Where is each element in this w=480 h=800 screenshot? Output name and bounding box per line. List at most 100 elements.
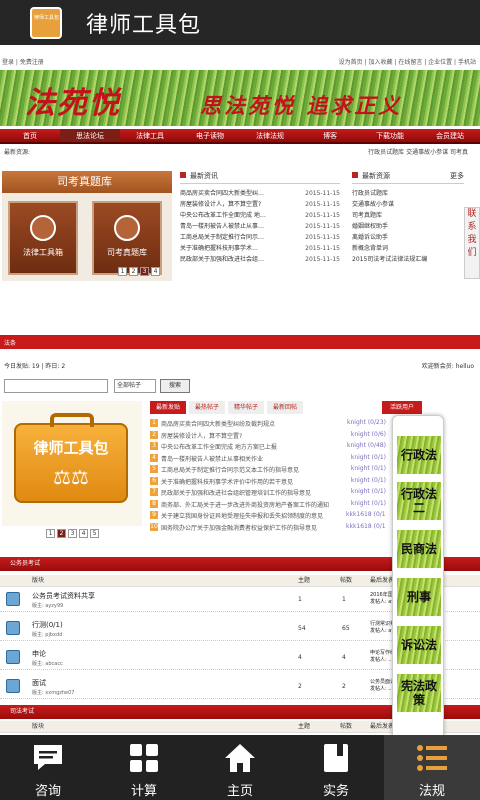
nav-item-tools[interactable]: 法律工具: [120, 129, 180, 142]
latest-news: 最新资讯 2015-11-15 商品房买卖合同四大新类型纠… 2015-11-15 房…: [180, 172, 340, 265]
resource-item[interactable]: 司考真题库: [352, 210, 464, 221]
post-item[interactable]: 4 青岛一楼刑被告人被禁止从事相关作业 knight (0/1): [150, 453, 386, 466]
tab-latest-replies[interactable]: 最新回帖: [267, 401, 304, 414]
tab-hot-posts[interactable]: 最热帖子: [189, 401, 226, 414]
resource-item[interactable]: 婚姻继权助手: [352, 221, 464, 232]
nav-item-member-site[interactable]: 会员建站: [420, 129, 480, 142]
news-item[interactable]: 2015-11-15 商品房买卖合同四大新类型纠…: [180, 188, 340, 199]
slide-dot-5[interactable]: 5: [90, 529, 99, 538]
forum-name[interactable]: 行测(0/1): [32, 620, 63, 630]
news-date: 2015-11-15: [305, 223, 340, 230]
post-author: knight (0/1): [350, 488, 386, 495]
slide-dot-1[interactable]: 1: [46, 529, 55, 538]
news-item[interactable]: 2015-11-15 工商总局关于制定推行合同示…: [180, 232, 340, 243]
resource-item[interactable]: 新概念背单词: [352, 243, 464, 254]
slide-dot-2[interactable]: 2: [57, 529, 66, 538]
banner-logo: 法苑悦: [25, 86, 121, 121]
main-nav: 首页 思法论坛 法律工具 电子读物 法律法规 博客 下载功能 会员建站: [0, 129, 480, 144]
nav-item-blog[interactable]: 博客: [300, 129, 360, 142]
tab-practice[interactable]: 实务: [288, 735, 384, 800]
tab-consult[interactable]: 咨询: [0, 735, 96, 800]
forum-name[interactable]: 公务员考试资料共享: [32, 591, 95, 601]
search-scope-select[interactable]: 全部帖子: [114, 379, 156, 393]
post-item[interactable]: 7 民政部关于加强和改进社会组织管理培训工作的指导意见 knight (0/1): [150, 488, 386, 500]
forum-moderator: 版主: pjbxdd: [32, 632, 63, 638]
pager-4[interactable]: 4: [151, 267, 160, 276]
pager-3[interactable]: 3: [140, 267, 149, 276]
resource-item[interactable]: 交通事故小参谋: [352, 199, 464, 210]
news-date: 2015-11-15: [305, 256, 340, 263]
post-author: kkk1618 (0/1): [346, 511, 386, 518]
tab-calculate[interactable]: 计算: [96, 735, 192, 800]
forum-posts: 1: [342, 596, 346, 603]
bullet-icon: [180, 172, 186, 178]
post-item[interactable]: 5 工商总局关于制定推行合同示范文本工作的指导意见 knight (0/1): [150, 465, 386, 477]
nav-item-ebooks[interactable]: 电子读物: [180, 129, 240, 142]
post-author: knight (0/1): [350, 499, 386, 507]
post-item[interactable]: 1 商品房买卖合同四大新类型纠纷及裁判规点 knight (0/23): [150, 419, 386, 431]
forum-name[interactable]: 申论: [32, 649, 46, 659]
post-item[interactable]: 9 关于建立我国身份证异地受理挂失申报和丢失招领制度的意见 kkk1618 (0/1…: [150, 511, 386, 523]
tile-law-toolbox[interactable]: 法律工具箱: [8, 201, 78, 275]
banner-slogan: 思法苑悦 追求正义: [200, 93, 403, 118]
resource-item[interactable]: 行政员试题库: [352, 188, 464, 199]
post-item[interactable]: 6 关于准确把握科技刑事学术评价中作用的若干意见 knight (0/1): [150, 476, 386, 489]
float-item-criminal[interactable]: 刑事: [397, 578, 441, 616]
float-item-administrative-law-2[interactable]: 行政法二: [397, 482, 441, 520]
float-item-constitution-policy[interactable]: 宪法政策: [397, 674, 441, 712]
forum-topics: 54: [298, 625, 306, 632]
login-links[interactable]: 登录 | 免费注册: [2, 57, 44, 66]
post-index: 1: [150, 419, 158, 427]
news-item[interactable]: 2015-11-15 房屋装修设计人，算不算空置?: [180, 199, 340, 210]
nav-item-home[interactable]: 首页: [0, 129, 60, 142]
forum-name[interactable]: 面试: [32, 678, 46, 688]
news-title: 民政部关于加强和改进社会组…: [180, 256, 265, 263]
tile-exam-bank[interactable]: 司考真题库: [92, 201, 162, 275]
forum-topics: 2: [298, 683, 302, 690]
tab-featured-posts[interactable]: 精华帖子: [228, 401, 265, 414]
pager-2[interactable]: 2: [129, 267, 138, 276]
slide-dot-4[interactable]: 4: [79, 529, 88, 538]
pager-1[interactable]: 1: [118, 267, 127, 276]
slide-dot-3[interactable]: 3: [68, 529, 77, 538]
exam-panel: 司考真题库 法律工具箱 司考真题库: [2, 171, 172, 281]
post-item[interactable]: 2 房屋装修设计人，算不算空置? knight (0/6): [150, 430, 386, 443]
news-title: 商品房买卖合同四大新类型纠…: [180, 190, 265, 197]
tab-latest-posts[interactable]: 最新发贴: [150, 401, 187, 414]
float-item-civil-commercial-law[interactable]: 民商法: [397, 530, 441, 568]
post-index: 5: [150, 465, 158, 473]
resource-item[interactable]: 离婚诉讼助手: [352, 232, 464, 243]
post-item[interactable]: 3 中央公布改革工作全面完成 地方方案已上报 knight (0/48): [150, 442, 386, 454]
tab-home[interactable]: 主页: [192, 735, 288, 800]
post-author: knight (0/6): [350, 430, 386, 438]
nav-item-forum[interactable]: 思法论坛: [60, 129, 120, 142]
tab-active-users[interactable]: 活跃用户: [382, 401, 422, 414]
more-link[interactable]: 更多: [450, 171, 464, 181]
webview[interactable]: 登录 | 免费注册 设为首页 | 加入收藏 | 在线留言 | 企业位置 | 手机…: [0, 45, 480, 735]
news-date: 2015-11-15: [305, 201, 340, 208]
search-button[interactable]: 搜索: [160, 379, 190, 393]
news-item[interactable]: 2015-11-15 中央公布改革工作全面完成 地…: [180, 210, 340, 221]
nav-item-download[interactable]: 下载功能: [360, 129, 420, 142]
resource-item[interactable]: 2015司法考试法律法规汇编: [352, 254, 464, 265]
nav-item-laws[interactable]: 法律法规: [240, 129, 300, 142]
post-item[interactable]: 10 国务院办公厅关于加强金融消费者权益保护工作的指导意见 kkk1618 (0/1…: [150, 522, 386, 535]
forum-moderator: 版主: xxmgzhe07: [32, 690, 75, 696]
post-title: 商务部、外汇局关于进一步改进外商投资房地产备案工作的通知: [161, 501, 330, 509]
search-input[interactable]: [4, 379, 108, 393]
news-item[interactable]: 2015-11-15 民政部关于加强和改进社会组…: [180, 254, 340, 265]
forum-stats: 今日发贴: 19 | 昨日: 2 欢迎新会员: helluo: [4, 363, 474, 370]
float-item-administrative-law[interactable]: 行政法: [397, 436, 441, 474]
news-date: 2015-11-15: [305, 212, 340, 219]
contact-side-tab[interactable]: 联系我们: [464, 207, 480, 279]
news-item[interactable]: 2015-11-15 关于准确把握科技刑事学术…: [180, 243, 340, 254]
post-item[interactable]: 8 商务部、外汇局关于进一步改进外商投资房地产备案工作的通知 knight (0/1…: [150, 499, 386, 512]
float-item-procedure-law[interactable]: 诉讼法: [397, 626, 441, 664]
chat-icon: [30, 741, 66, 775]
news-item[interactable]: 2015-11-15 青岛一楼刑被告人被禁止从事…: [180, 221, 340, 232]
post-title: 国务院办公厅关于加强金融消费者权益保护工作的指导意见: [161, 524, 318, 532]
util-links[interactable]: 设为首页 | 加入收藏 | 在线留言 | 企业位置 | 手机站: [339, 57, 476, 66]
bullet-icon: [352, 172, 358, 178]
forum-topics: 1: [298, 596, 302, 603]
tab-regulations[interactable]: 法规: [384, 735, 480, 800]
